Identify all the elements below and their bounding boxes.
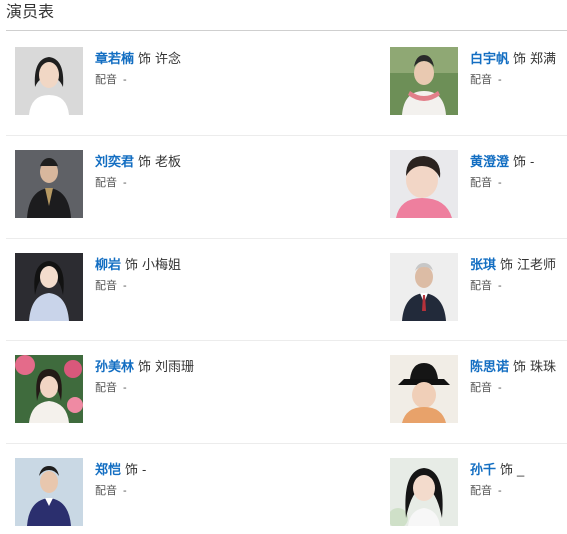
role-name: 许念: [155, 51, 182, 66]
role-name: 郑满: [530, 51, 557, 66]
actor-photo[interactable]: [390, 47, 458, 115]
as-label: 饰: [513, 51, 527, 66]
dub-label: 配音: [95, 74, 117, 86]
dub-value: -: [123, 74, 127, 86]
cast-card: 章若楠饰许念 配音 -: [15, 47, 215, 117]
cast-card: 孙千饰 _ 配音 -: [390, 458, 567, 528]
actor-name-link[interactable]: 陈思诺: [470, 359, 509, 374]
actor-name-link[interactable]: 刘奕君: [95, 154, 134, 169]
role-name: 刘雨珊: [155, 359, 195, 374]
actor-name-link[interactable]: 郑恺: [95, 462, 121, 477]
actor-name-link[interactable]: 白宇帆: [470, 51, 509, 66]
role-name: -: [142, 462, 147, 477]
actor-photo[interactable]: [390, 355, 458, 423]
as-label: 饰: [138, 154, 152, 169]
actor-photo[interactable]: [15, 458, 83, 526]
actor-photo[interactable]: [390, 458, 458, 526]
dub-label: 配音: [95, 382, 117, 394]
actor-name-link[interactable]: 柳岩: [95, 257, 121, 272]
cast-card: 柳岩饰小梅姐 配音 -: [15, 253, 215, 323]
section-title: 演员表: [6, 4, 55, 21]
as-label: 饰: [500, 462, 514, 477]
as-label: 饰: [138, 51, 152, 66]
dub-label: 配音: [95, 177, 117, 189]
dub-label: 配音: [470, 177, 492, 189]
dub-value: -: [123, 177, 127, 189]
as-label: 饰: [513, 154, 527, 169]
actor-photo[interactable]: [390, 253, 458, 321]
dub-value: -: [498, 74, 502, 86]
actor-photo[interactable]: [15, 355, 83, 423]
cast-card: 张琪饰江老师 配音 -: [390, 253, 567, 323]
as-label: 饰: [500, 257, 514, 272]
dub-value: -: [498, 382, 502, 394]
as-label: 饰: [125, 462, 139, 477]
actor-photo[interactable]: [15, 253, 83, 321]
role-name: 江老师: [517, 257, 557, 272]
actor-name-link[interactable]: 孙千: [470, 462, 496, 477]
actor-photo[interactable]: [15, 47, 83, 115]
row-divider: [6, 135, 567, 136]
cast-card: 黄澄澄饰 - 配音 -: [390, 150, 567, 220]
dub-label: 配音: [470, 485, 492, 497]
actor-name-link[interactable]: 张琪: [470, 257, 496, 272]
cast-card: 刘奕君饰老板 配音 -: [15, 150, 215, 220]
dub-label: 配音: [470, 382, 492, 394]
role-name: 老板: [155, 154, 182, 169]
dub-value: -: [123, 485, 127, 497]
as-label: 饰: [513, 359, 527, 374]
dub-label: 配音: [95, 280, 117, 292]
actor-name-link[interactable]: 章若楠: [95, 51, 134, 66]
cast-card: 孙美林饰刘雨珊 配音 -: [15, 355, 215, 425]
actor-name-link[interactable]: 黄澄澄: [470, 154, 509, 169]
as-label: 饰: [138, 359, 152, 374]
actor-photo[interactable]: [390, 150, 458, 218]
as-label: 饰: [125, 257, 139, 272]
actor-photo[interactable]: [15, 150, 83, 218]
cast-card: 陈思诺饰珠珠 配音 -: [390, 355, 567, 425]
cast-card: 郑恺饰 - 配音 -: [15, 458, 215, 528]
row-divider: [6, 340, 567, 341]
actor-name-link[interactable]: 孙美林: [95, 359, 134, 374]
dub-value: -: [498, 177, 502, 189]
role-name: 小梅姐: [142, 257, 182, 272]
dub-value: -: [498, 280, 502, 292]
dub-value: -: [123, 280, 127, 292]
role-name: _: [517, 462, 525, 477]
dub-value: -: [123, 382, 127, 394]
role-name: -: [530, 154, 535, 169]
role-name: 珠珠: [530, 359, 557, 374]
dub-label: 配音: [470, 74, 492, 86]
row-divider: [6, 238, 567, 239]
dub-label: 配音: [95, 485, 117, 497]
dub-label: 配音: [470, 280, 492, 292]
dub-value: -: [498, 485, 502, 497]
title-divider: [6, 30, 567, 31]
row-divider: [6, 443, 567, 444]
cast-card: 白宇帆饰郑满 配音 -: [390, 47, 567, 117]
